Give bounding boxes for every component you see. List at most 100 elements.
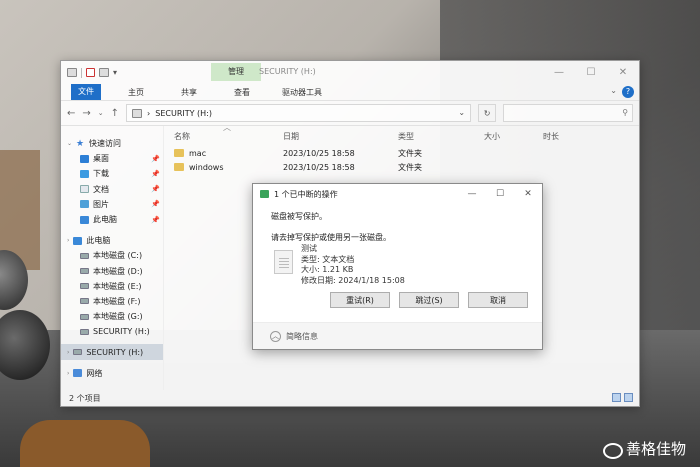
background-object <box>20 420 150 467</box>
back-button[interactable]: ← <box>67 108 75 119</box>
nav-label: 图片 <box>93 199 109 209</box>
nav-item-downloads[interactable]: 下载 📌 <box>61 166 163 181</box>
computer-icon <box>80 215 89 224</box>
drive-icon <box>80 298 89 305</box>
search-input[interactable]: ⚲ <box>503 104 634 122</box>
refresh-button[interactable]: ↻ <box>478 104 497 122</box>
nav-item-drive-h[interactable]: SECURITY (H:) <box>61 324 163 339</box>
sort-up-icon: ︿ <box>223 123 231 132</box>
nav-item-documents[interactable]: 文档 📌 <box>61 182 163 197</box>
new-folder-icon[interactable] <box>99 68 109 77</box>
maximize-button[interactable]: ☐ <box>575 61 607 83</box>
tab-share[interactable]: 共享 <box>171 87 207 98</box>
tab-home[interactable]: 主页 <box>118 87 154 98</box>
column-length[interactable]: 时长 <box>543 131 559 142</box>
dialog-message: 磁盘被写保护。 <box>271 212 327 221</box>
chevron-down-icon[interactable]: ⌄ <box>610 86 617 95</box>
pin-icon: 📌 <box>151 185 160 194</box>
status-bar: 2 个项目 <box>61 390 639 406</box>
nav-item-this-pc-quick[interactable]: 此电脑 📌 <box>61 212 163 227</box>
chevron-down-icon[interactable]: ⌄ <box>67 140 72 147</box>
large-icons-view-icon[interactable] <box>624 393 633 402</box>
file-info: 测试 类型: 文本文档 大小: 1.21 KB 修改日期: 2024/1/18 … <box>301 244 405 286</box>
tab-file[interactable]: 文件 <box>71 84 101 100</box>
breadcrumb-chevron-icon: › <box>147 108 151 118</box>
skip-button[interactable]: 跳过(S) <box>399 292 459 308</box>
nav-item-drive-g[interactable]: 本地磁盘 (G:) <box>61 309 163 324</box>
details-view-icon[interactable] <box>612 393 621 402</box>
address-dropdown-icon[interactable]: ⌄ <box>458 108 465 117</box>
tab-drive-tools[interactable]: 驱动器工具 <box>277 87 327 98</box>
tab-manage[interactable]: 管理 <box>211 63 261 81</box>
copy-icon <box>260 190 269 198</box>
nav-item-security[interactable]: › SECURITY (H:) <box>61 344 163 360</box>
file-type: 文件夹 <box>398 148 422 158</box>
chevron-right-icon[interactable]: › <box>67 370 69 377</box>
drive-icon <box>80 328 89 335</box>
pin-icon: 📌 <box>151 200 160 209</box>
nav-item-drive-f[interactable]: 本地磁盘 (F:) <box>61 294 163 309</box>
network-icon <box>73 369 83 378</box>
address-text: SECURITY (H:) <box>155 108 213 118</box>
drive-icon <box>80 268 89 275</box>
nav-label: 快速访问 <box>89 139 122 149</box>
dialog-controls: — ☐ ✕ <box>458 184 542 204</box>
retry-button[interactable]: 重试(R) <box>330 292 390 308</box>
document-icon <box>80 185 89 194</box>
file-modified: 修改日期: 2024/1/18 15:08 <box>301 275 405 285</box>
address-bar[interactable]: › SECURITY (H:) ⌄ <box>126 104 472 122</box>
file-type: 类型: 文本文档 <box>301 254 355 264</box>
nav-label: SECURITY (H:) <box>93 327 150 337</box>
window-controls: — ☐ ✕ <box>543 61 639 83</box>
ribbon-tabs: 文件 主页 共享 查看 驱动器工具 ⌄ ? <box>61 84 639 100</box>
watermark: 善格佳物 <box>602 438 686 459</box>
column-name[interactable]: 名称 <box>174 131 190 142</box>
close-button[interactable]: ✕ <box>514 184 542 204</box>
maximize-button[interactable]: ☐ <box>486 184 514 204</box>
up-button[interactable]: ↑ <box>111 108 119 119</box>
column-header: ︿ 名称 日期 类型 大小 时长 <box>164 123 639 144</box>
chevron-right-icon[interactable]: › <box>67 349 69 356</box>
tab-view[interactable]: 查看 <box>224 87 260 98</box>
nav-label: 网络 <box>86 368 103 378</box>
chevron-right-icon[interactable]: › <box>67 237 69 244</box>
nav-label: 本地磁盘 (F:) <box>93 296 141 306</box>
download-icon <box>80 169 89 178</box>
nav-label: 桌面 <box>93 154 109 164</box>
file-row[interactable]: mac 2023/10/25 18:58 文件夹 <box>164 146 639 160</box>
nav-label: 此电脑 <box>93 215 117 225</box>
help-icon[interactable]: ? <box>622 86 634 98</box>
nav-network[interactable]: › 网络 <box>61 366 163 381</box>
title-bar: ▾ 管理 SECURITY (H:) — ☐ ✕ <box>61 61 639 84</box>
nav-label: 本地磁盘 (D:) <box>93 266 143 276</box>
close-button[interactable]: ✕ <box>607 61 639 83</box>
nav-item-desktop[interactable]: 桌面 📌 <box>61 151 163 166</box>
file-name-cell: mac <box>174 149 206 158</box>
nav-item-drive-d[interactable]: 本地磁盘 (D:) <box>61 264 163 279</box>
column-size[interactable]: 大小 <box>484 131 500 142</box>
minimize-button[interactable]: — <box>458 184 486 204</box>
column-type[interactable]: 类型 <box>398 131 414 142</box>
nav-item-pictures[interactable]: 图片 📌 <box>61 197 163 212</box>
details-toggle[interactable]: 简略信息 <box>286 331 318 342</box>
column-date[interactable]: 日期 <box>283 131 299 142</box>
folder-icon <box>174 163 184 171</box>
nav-quick-access[interactable]: ⌄ ★ 快速访问 <box>61 136 163 151</box>
nav-item-drive-c[interactable]: 本地磁盘 (C:) <box>61 248 163 263</box>
nav-item-drive-e[interactable]: 本地磁盘 (E:) <box>61 279 163 294</box>
nav-this-pc[interactable]: › 此电脑 <box>61 233 163 248</box>
chevron-up-icon[interactable]: ︿ <box>270 330 281 342</box>
dialog-title-bar: 1 个已中断的操作 — ☐ ✕ <box>253 184 542 204</box>
drive-icon <box>80 283 89 290</box>
recent-locations-icon[interactable]: ⌄ <box>98 109 104 117</box>
properties-icon[interactable] <box>86 68 95 77</box>
minimize-button[interactable]: — <box>543 61 575 83</box>
customize-dropdown-icon[interactable]: ▾ <box>113 68 117 77</box>
forward-button[interactable]: → <box>82 108 90 119</box>
folder-icon <box>174 149 184 157</box>
cancel-button[interactable]: 取消 <box>468 292 528 308</box>
address-row: ← → ⌄ ↑ › SECURITY (H:) ⌄ ↻ ⚲ <box>61 100 639 126</box>
desktop-icon <box>80 154 89 163</box>
file-row[interactable]: windows 2023/10/25 18:58 文件夹 <box>164 160 639 174</box>
file-name-cell: windows <box>174 163 224 172</box>
